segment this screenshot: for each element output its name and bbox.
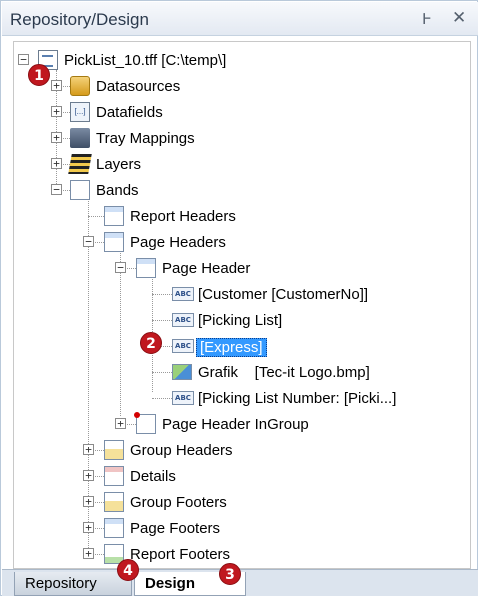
page-icon (104, 440, 124, 460)
panel-title: Repository/Design (10, 10, 149, 29)
tree-node-label: [Express] (196, 338, 267, 357)
tab-repository[interactable]: Repository (14, 572, 132, 596)
pin-icon[interactable]: Ͱ (422, 10, 432, 28)
tree-node-label: Group Footers (130, 494, 227, 511)
collapse-page-headers-button[interactable]: − (83, 236, 94, 247)
callout-badge-2: 2 (140, 332, 162, 354)
expand-page-footers-button[interactable]: + (83, 522, 94, 533)
text-field-icon: ABC (172, 339, 194, 353)
tree-node-label: Bands (96, 182, 139, 199)
tree-node-label: Tray Mappings (96, 130, 195, 147)
tree-node-label: [Picking List Number: [Picki...] (198, 390, 397, 407)
page-icon (104, 518, 124, 538)
text-field-icon: ABC (172, 287, 194, 301)
layers-icon (68, 154, 92, 174)
expand-tray-mappings-button[interactable]: + (51, 132, 62, 143)
tree-node-label: Details (130, 468, 176, 485)
callout-badge-1: 1 (28, 64, 50, 86)
tree-node-label: Page Headers (130, 234, 226, 251)
repository-design-panel: Repository/Design Ͱ ✕ − + + + + − − − + … (0, 0, 478, 596)
text-field-icon: ABC (172, 313, 194, 327)
expand-page-header-ingroup-button[interactable]: + (115, 418, 126, 429)
page-icon (104, 206, 124, 226)
page-icon (136, 258, 156, 278)
image-icon (172, 364, 192, 380)
tray-icon (70, 128, 90, 148)
expand-report-footers-button[interactable]: + (83, 548, 94, 559)
text-field-icon: ABC (172, 391, 194, 405)
database-icon (70, 76, 90, 96)
tree-node-label: Group Headers (130, 442, 233, 459)
close-icon[interactable]: ✕ (452, 8, 466, 28)
collapse-root-button[interactable]: − (18, 54, 29, 65)
tree-node-label: Datafields (96, 104, 163, 121)
collapse-bands-button[interactable]: − (51, 184, 62, 195)
tree-node-label: [Customer [CustomerNo]] (198, 286, 369, 303)
fields-icon: [...] (70, 102, 90, 122)
page-icon (104, 466, 124, 486)
expand-group-headers-button[interactable]: + (83, 444, 94, 455)
tree-node-label: Datasources (96, 78, 181, 95)
tree-node-label: Page Footers (130, 520, 221, 537)
callout-badge-4: 4 (117, 559, 139, 581)
tree-node-label: Report Footers (130, 546, 231, 563)
tree-node-label: Page Header (162, 260, 251, 277)
expand-datasources-button[interactable]: + (51, 80, 62, 91)
tree-node-label: Layers (96, 156, 142, 173)
page-icon (70, 180, 90, 200)
tree-node-label: [Picking List] (198, 312, 283, 329)
callout-badge-3: 3 (219, 563, 241, 585)
tree-node-label: Grafik [Tec-it Logo.bmp] (198, 364, 370, 381)
page-icon (104, 232, 124, 252)
tree-node-label: Page Header InGroup (162, 416, 309, 433)
expand-layers-button[interactable]: + (51, 158, 62, 169)
collapse-page-header-button[interactable]: − (115, 262, 126, 273)
tree-node-label: PickList_10.tff [C:\temp\] (64, 52, 227, 69)
expand-group-footers-button[interactable]: + (83, 496, 94, 507)
tree-node-label: Report Headers (130, 208, 236, 225)
page-icon (134, 412, 156, 434)
expand-details-button[interactable]: + (83, 470, 94, 481)
panel-titlebar: Repository/Design Ͱ ✕ (2, 2, 478, 36)
repository-tree: − + + + + − − − + + + + + + PickList_10.… (13, 41, 471, 569)
page-icon (104, 492, 124, 512)
expand-datafields-button[interactable]: + (51, 106, 62, 117)
